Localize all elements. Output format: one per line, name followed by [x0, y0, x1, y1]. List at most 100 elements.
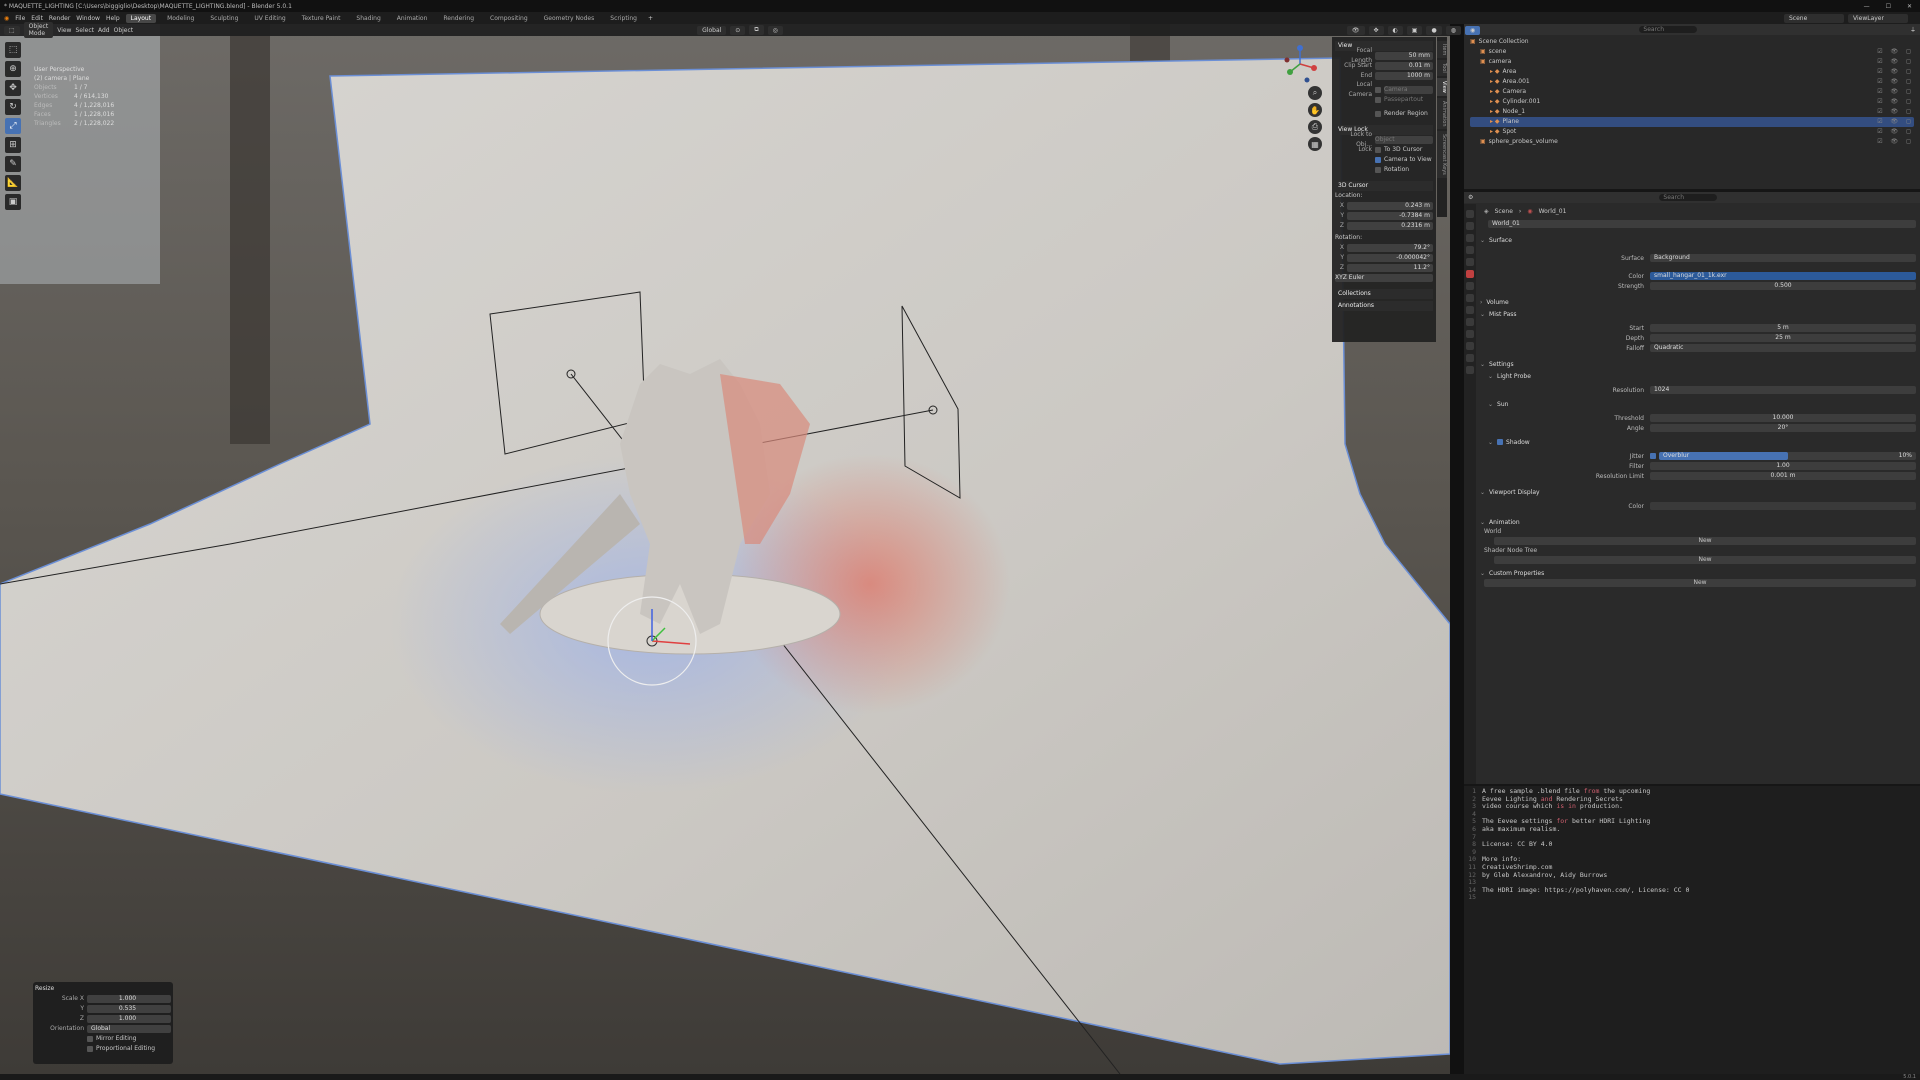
- outliner-row[interactable]: ▸ ◆ Cylinder.001 ☑ 👁 ◻: [1470, 97, 1914, 107]
- volume-panel-header[interactable]: Volume: [1480, 297, 1916, 307]
- surface-panel-header[interactable]: Surface: [1480, 235, 1916, 245]
- mist-falloff-select[interactable]: Quadratic: [1650, 344, 1916, 352]
- outliner-row[interactable]: ▸ ◆ Area ☑ 👁 ◻: [1470, 67, 1914, 77]
- probe-resolution-select[interactable]: 1024: [1650, 386, 1916, 394]
- shading-material-icon[interactable]: ◍: [1445, 25, 1461, 35]
- tab-screencast-keys[interactable]: Screencast Keys: [1437, 131, 1447, 179]
- visibility-icon[interactable]: 👁: [1346, 25, 1365, 35]
- collection-tab-icon[interactable]: [1466, 282, 1474, 290]
- rotate-icon[interactable]: ↻: [5, 99, 21, 115]
- tab-animation[interactable]: Animation: [392, 14, 433, 23]
- visibility-toggles-icon[interactable]: ☑ 👁 ◻: [1877, 97, 1914, 107]
- strength-field[interactable]: 0.500: [1650, 282, 1916, 290]
- outliner-row[interactable]: ▸ ◆ Node_1 ☑ 👁 ◻: [1470, 107, 1914, 117]
- tool-tab-icon[interactable]: [1466, 210, 1474, 218]
- passepartout-checkbox[interactable]: [1375, 97, 1381, 103]
- visibility-toggles-icon[interactable]: ☑ 👁 ◻: [1877, 77, 1914, 87]
- properties-editor-icon[interactable]: ⚙: [1468, 194, 1473, 201]
- output-tab-icon[interactable]: [1466, 234, 1474, 242]
- tab-shading[interactable]: Shading: [351, 14, 385, 23]
- lock-to-cursor-checkbox[interactable]: [1375, 147, 1381, 153]
- cursor-rotation-z[interactable]: 11.2°: [1347, 264, 1433, 272]
- tab-scripting[interactable]: Scripting: [605, 14, 642, 23]
- filter-icon[interactable]: ⏚: [1910, 25, 1916, 34]
- move-icon[interactable]: ✥: [5, 80, 21, 96]
- proportional-editing-checkbox[interactable]: [87, 1046, 93, 1052]
- outliner-row[interactable]: ▸ ◆ Area.001 ☑ 👁 ◻: [1470, 77, 1914, 87]
- clip-start-field[interactable]: 0.01 m: [1375, 62, 1433, 70]
- lock-object-field[interactable]: Object: [1375, 136, 1433, 144]
- scene-tab-icon[interactable]: [1466, 258, 1474, 266]
- tab-rendering[interactable]: Rendering: [438, 14, 479, 23]
- gizmo-toggle-icon[interactable]: ✥: [1368, 25, 1384, 35]
- camera-to-view-checkbox[interactable]: [1375, 157, 1381, 163]
- text-editor[interactable]: 1A free sample .blend file from the upco…: [1464, 786, 1920, 1074]
- scale-icon[interactable]: ⤢: [5, 118, 21, 134]
- measure-icon[interactable]: 📐: [5, 175, 21, 191]
- outliner-row[interactable]: ▣ scene ☑ 👁 ◻: [1470, 47, 1914, 57]
- render-region-checkbox[interactable]: [1375, 111, 1381, 117]
- tab-view[interactable]: View: [1437, 78, 1447, 96]
- lock-rotation-checkbox[interactable]: [1375, 167, 1381, 173]
- mist-depth-field[interactable]: 25 m: [1650, 334, 1916, 342]
- menu-add[interactable]: Add: [98, 27, 110, 34]
- pan-icon[interactable]: ✋: [1308, 103, 1322, 117]
- tab-geometry-nodes[interactable]: Geometry Nodes: [539, 14, 600, 23]
- shading-rendered-icon[interactable]: ◉: [1464, 25, 1481, 35]
- text-line[interactable]: 15: [1466, 894, 1920, 902]
- annotate-icon[interactable]: ✎: [5, 156, 21, 172]
- overlay-toggle-icon[interactable]: ◐: [1387, 25, 1403, 35]
- new-custom-property-button[interactable]: New: [1484, 579, 1916, 587]
- close-button[interactable]: ✕: [1907, 3, 1912, 10]
- outliner-row[interactable]: ▸ ◆ Plane ☑ 👁 ◻: [1470, 117, 1914, 127]
- menu-window[interactable]: Window: [76, 15, 100, 22]
- tab-uv-editing[interactable]: UV Editing: [249, 14, 290, 23]
- viewport-display-panel-header[interactable]: Viewport Display: [1480, 487, 1916, 497]
- text-line[interactable]: 8 License: CC BY 4.0: [1466, 841, 1920, 849]
- light-probe-subpanel-header[interactable]: Light Probe: [1480, 371, 1916, 381]
- add-workspace-button[interactable]: +: [648, 15, 653, 22]
- visibility-toggles-icon[interactable]: ☑ 👁 ◻: [1877, 107, 1914, 117]
- overblur-slider[interactable]: Overblur 10%: [1659, 452, 1916, 460]
- transform-orientation[interactable]: Global: [697, 25, 727, 35]
- clip-end-field[interactable]: 1000 m: [1375, 72, 1433, 80]
- resolution-limit-field[interactable]: 0.001 m: [1650, 472, 1916, 480]
- visibility-toggles-icon[interactable]: ☑ 👁 ◻: [1877, 47, 1914, 57]
- sun-subpanel-header[interactable]: Sun: [1480, 399, 1916, 409]
- tab-modeling[interactable]: Modeling: [162, 14, 199, 23]
- visibility-toggles-icon[interactable]: ☑ 👁 ◻: [1877, 67, 1914, 77]
- tab-item[interactable]: Item: [1437, 41, 1447, 59]
- tab-compositing[interactable]: Compositing: [485, 14, 533, 23]
- maximize-button[interactable]: ☐: [1886, 3, 1891, 10]
- sun-threshold-field[interactable]: 10.000: [1650, 414, 1916, 422]
- data-tab-icon[interactable]: [1466, 354, 1474, 362]
- mode-selector[interactable]: Object Mode: [23, 22, 54, 38]
- menu-render[interactable]: Render: [49, 15, 70, 22]
- render-tab-icon[interactable]: [1466, 222, 1474, 230]
- cursor-icon[interactable]: ⊕: [5, 61, 21, 77]
- view-layer-selector[interactable]: ViewLayer: [1848, 13, 1908, 23]
- axis-gizmo-icon[interactable]: [1280, 44, 1320, 84]
- cursor-rotation-y[interactable]: -0.000042°: [1347, 254, 1433, 262]
- menu-object[interactable]: Object: [114, 27, 134, 34]
- perspective-toggle-icon[interactable]: ▦: [1308, 137, 1322, 151]
- settings-panel-header[interactable]: Settings: [1480, 359, 1916, 369]
- outliner-row[interactable]: ▣ sphere_probes_volume ☑ 👁 ◻: [1470, 137, 1914, 147]
- custom-properties-panel-header[interactable]: Custom Properties: [1480, 568, 1916, 578]
- outliner-row[interactable]: ▣ camera ☑ 👁 ◻: [1470, 57, 1914, 67]
- world-new-action-button[interactable]: New: [1494, 537, 1916, 545]
- menu-view[interactable]: View: [57, 27, 71, 34]
- collections-section-header[interactable]: Collections: [1335, 289, 1433, 299]
- outliner-search-input[interactable]: Search: [1639, 26, 1698, 33]
- 3d-viewport[interactable]: User Perspective (2) camera | Plane Obje…: [0, 24, 1450, 1074]
- modifiers-tab-icon[interactable]: [1466, 306, 1474, 314]
- rotation-mode-select[interactable]: XYZ Euler: [1335, 274, 1433, 282]
- menu-file[interactable]: File: [15, 15, 25, 22]
- transform-icon[interactable]: ⊞: [5, 137, 21, 153]
- outliner-row[interactable]: ▸ ◆ Spot ☑ 👁 ◻: [1470, 127, 1914, 137]
- constraints-tab-icon[interactable]: [1466, 342, 1474, 350]
- menu-select[interactable]: Select: [75, 27, 94, 34]
- visibility-toggles-icon[interactable]: ☑ 👁 ◻: [1877, 137, 1914, 147]
- outliner-row[interactable]: ▣ Scene Collection: [1470, 37, 1914, 47]
- tab-sculpting[interactable]: Sculpting: [205, 14, 243, 23]
